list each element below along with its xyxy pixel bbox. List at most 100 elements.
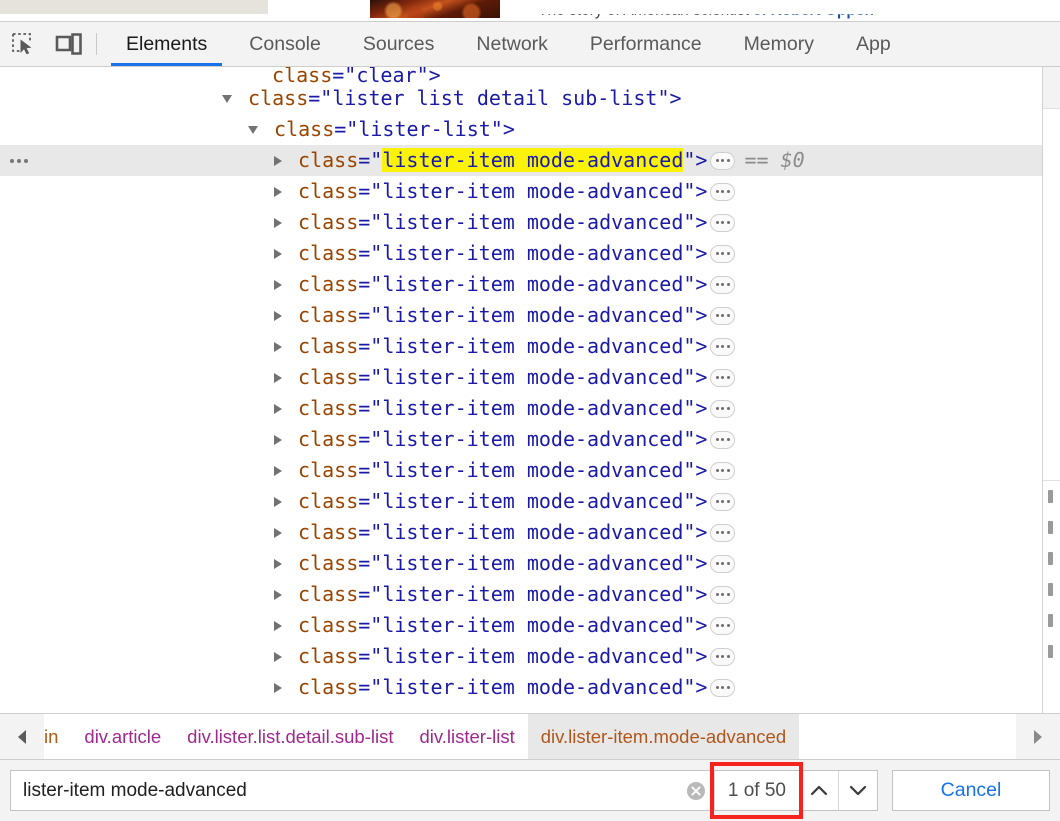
dom-tree-row[interactable]: class="lister-list"> [0,114,1042,145]
collapsed-children-badge[interactable] [710,275,736,294]
devtools-panel: Elements Console Sources Network Perform… [0,21,1060,821]
tab-application-label: App [855,32,891,55]
twisty-collapsed-icon[interactable] [274,434,282,445]
twisty-collapsed-icon[interactable] [274,465,282,476]
clear-circle-icon[interactable] [678,780,714,802]
collapsed-children-badge[interactable] [710,492,736,511]
breadcrumb-item[interactable]: div.article [71,714,174,759]
dom-tree-row[interactable]: class="lister-item mode-advanced"> [0,579,1042,610]
twisty-expanded-icon[interactable] [222,94,232,103]
collapsed-children-badge[interactable] [710,616,736,635]
collapsed-children-badge[interactable] [710,182,736,201]
dom-tree-row[interactable]: class="lister-item mode-advanced"> [0,207,1042,238]
collapsed-children-badge[interactable] [710,244,736,263]
twisty-collapsed-icon[interactable] [274,527,282,538]
twisty-collapsed-icon[interactable] [274,155,282,166]
dom-tree-row[interactable]: class="lister-item mode-advanced"> [0,486,1042,517]
twisty-collapsed-icon[interactable] [274,651,282,662]
tab-network[interactable]: Network [455,22,569,66]
collapsed-children-badge[interactable] [710,213,736,232]
dom-node-markup: class="lister-item mode-advanced"> [0,672,738,703]
dom-tree-row[interactable]: class="lister-item mode-advanced"> [0,424,1042,455]
match-count: 1 of 50 [713,771,799,810]
dom-tree-row-selected[interactable]: class="lister-item mode-advanced"> == $0 [0,145,1042,176]
dom-tree-row[interactable]: class="lister-item mode-advanced"> [0,300,1042,331]
dom-tree-row[interactable]: class="lister-item mode-advanced"> [0,548,1042,579]
tab-network-label: Network [476,32,548,55]
collapsed-children-badge[interactable] [710,647,736,666]
dom-tree-row[interactable]: class="lister-item mode-advanced"> [0,176,1042,207]
twisty-collapsed-icon[interactable] [274,217,282,228]
row-overflow-dots-icon[interactable] [4,145,28,176]
dom-tree-row[interactable]: class="lister list detail sub-list"> [0,83,1042,114]
dom-tree-row[interactable]: class="lister-item mode-advanced"> [0,455,1042,486]
tab-console[interactable]: Console [228,22,342,66]
dom-node-markup: class="lister list detail sub-list"> [0,83,682,114]
collapsed-children-badge[interactable] [710,368,736,387]
inspect-element-icon[interactable] [0,22,46,66]
search-field[interactable]: 1 of 50 [10,770,878,811]
twisty-collapsed-icon[interactable] [274,186,282,197]
search-match-highlight: lister-item mode-advanced [382,148,684,172]
dom-tree-row[interactable]: class="lister-item mode-advanced"> [0,641,1042,672]
chevron-up-icon[interactable] [799,771,838,810]
cancel-button[interactable]: Cancel [892,770,1050,811]
twisty-collapsed-icon[interactable] [274,589,282,600]
device-toolbar-icon[interactable] [46,22,92,66]
chevron-right-icon[interactable] [1016,714,1060,759]
collapsed-children-badge[interactable] [710,430,736,449]
twisty-collapsed-icon[interactable] [274,310,282,321]
collapsed-children-badge[interactable] [710,523,736,542]
twisty-collapsed-icon[interactable] [274,341,282,352]
breadcrumb-item[interactable]: div.lister.list.detail.sub-list [174,714,406,759]
styles-pane-header [1043,67,1060,109]
chevron-left-icon[interactable] [0,714,44,759]
twisty-collapsed-icon[interactable] [274,682,282,693]
dom-tree-row[interactable]: class="lister-item mode-advanced"> [0,362,1042,393]
breadcrumb-item[interactable]: in [44,714,71,759]
styles-rule-line [1043,636,1060,667]
tab-elements[interactable]: Elements [105,22,228,66]
dom-tree-row[interactable]: class="lister-item mode-advanced"> [0,610,1042,641]
dom-tree-row[interactable]: class="lister-item mode-advanced"> [0,393,1042,424]
twisty-collapsed-icon[interactable] [274,620,282,631]
twisty-collapsed-icon[interactable] [274,403,282,414]
dom-node-markup: class="lister-item mode-advanced"> [0,331,738,362]
collapsed-children-badge[interactable] [710,461,736,480]
tab-performance[interactable]: Performance [569,22,723,66]
twisty-expanded-icon[interactable] [248,125,258,134]
twisty-collapsed-icon[interactable] [274,496,282,507]
twisty-collapsed-icon[interactable] [274,279,282,290]
collapsed-children-badge[interactable] [710,337,736,356]
dom-tree-row[interactable]: class="lister-item mode-advanced"> [0,517,1042,548]
collapsed-children-badge[interactable] [710,554,736,573]
dom-tree-row[interactable]: class="lister-item mode-advanced"> [0,238,1042,269]
tab-memory[interactable]: Memory [723,22,835,66]
breadcrumb-item[interactable]: div.lister-item.mode-advanced [527,714,800,759]
collapsed-children-badge[interactable] [710,306,736,325]
dom-tree[interactable]: class="clear"> class="lister list detail… [0,67,1042,713]
tab-sources[interactable]: Sources [342,22,456,66]
collapsed-children-badge[interactable] [710,678,736,697]
dom-tree-row[interactable]: class="lister-item mode-advanced"> [0,672,1042,703]
dom-tree-row[interactable]: class="clear"> [0,67,1042,83]
twisty-collapsed-icon[interactable] [274,558,282,569]
styles-pane-sliver[interactable] [1042,67,1060,713]
headline-link[interactable]: J. Robert Oppen [753,14,874,19]
tab-application[interactable]: App [835,22,912,66]
tab-performance-label: Performance [589,32,702,55]
breadcrumb-item[interactable]: div.lister-list [406,714,527,759]
twisty-collapsed-icon[interactable] [274,248,282,259]
search-input[interactable] [11,771,678,810]
styles-rule-line [1043,543,1060,574]
collapsed-children-badge[interactable] [710,585,736,604]
tab-console-label: Console [249,32,321,55]
twisty-collapsed-icon[interactable] [274,372,282,383]
tab-sources-label: Sources [362,32,435,55]
collapsed-children-badge[interactable] [710,399,736,418]
collapsed-children-badge[interactable] [710,151,736,170]
dom-node-markup: class="lister-item mode-advanced"> [0,486,738,517]
dom-tree-row[interactable]: class="lister-item mode-advanced"> [0,331,1042,362]
dom-tree-row[interactable]: class="lister-item mode-advanced"> [0,269,1042,300]
chevron-down-icon[interactable] [838,771,877,810]
